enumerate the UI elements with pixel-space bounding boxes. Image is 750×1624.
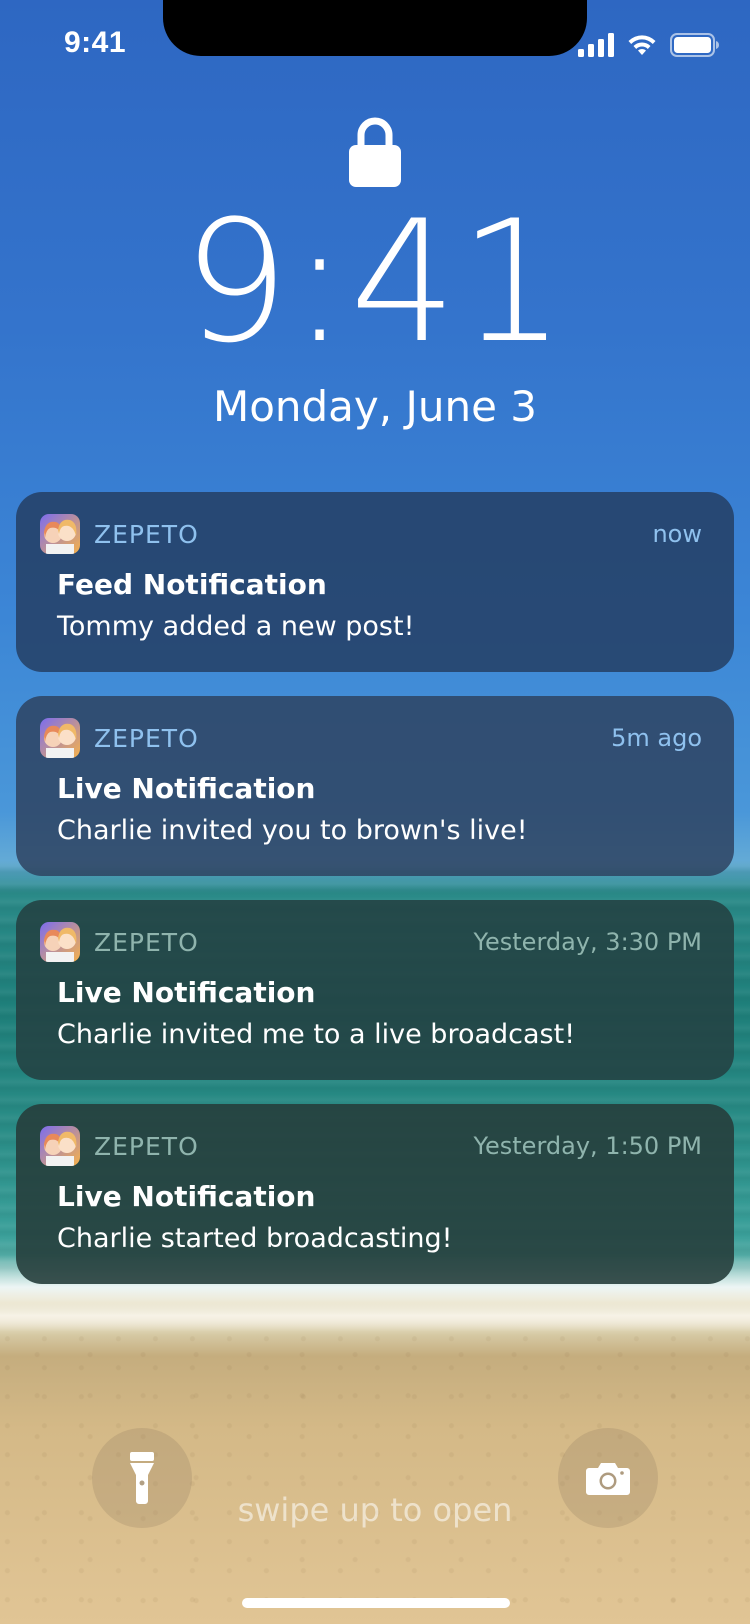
notification-card[interactable]: ZEPETO now Feed Notification Tommy added…: [16, 492, 734, 672]
notification-header: ZEPETO 5m ago: [40, 718, 702, 758]
battery-icon: [670, 33, 719, 57]
notification-title: Live Notification: [57, 1180, 316, 1213]
notification-time: now: [652, 520, 702, 548]
wifi-icon: [628, 35, 656, 55]
notification-app-name: ZEPETO: [94, 927, 199, 957]
notification-body: Charlie invited me to a live broadcast!: [57, 1019, 576, 1050]
zepeto-app-icon: [40, 1126, 80, 1166]
lock-icon: [349, 117, 401, 187]
notch: [163, 0, 587, 56]
notification-card[interactable]: ZEPETO Yesterday, 3:30 PM Live Notificat…: [16, 900, 734, 1080]
status-bar-icons: [578, 30, 720, 60]
notification-card[interactable]: ZEPETO 5m ago Live Notification Charlie …: [16, 696, 734, 876]
notification-app-name: ZEPETO: [94, 519, 199, 549]
lock-screen: 9:41 9:41 Monday, June 3 ZEPETO now Feed…: [0, 0, 750, 1624]
notification-app-name: ZEPETO: [94, 723, 199, 753]
notification-title: Live Notification: [57, 772, 316, 805]
notification-body: Charlie started broadcasting!: [57, 1223, 453, 1254]
notification-body: Charlie invited you to brown's live!: [57, 815, 528, 846]
notification-time: Yesterday, 3:30 PM: [473, 928, 702, 956]
notification-body: Tommy added a new post!: [57, 611, 415, 642]
notification-time: 5m ago: [611, 724, 702, 752]
notification-header: ZEPETO Yesterday, 3:30 PM: [40, 922, 702, 962]
notification-title: Feed Notification: [57, 568, 327, 601]
notification-time: Yesterday, 1:50 PM: [473, 1132, 702, 1160]
cellular-signal-icon: [578, 33, 614, 57]
zepeto-app-icon: [40, 718, 80, 758]
notification-header: ZEPETO Yesterday, 1:50 PM: [40, 1126, 702, 1166]
swipe-up-hint: swipe up to open: [237, 1491, 513, 1529]
notification-title: Live Notification: [57, 976, 316, 1009]
notification-card[interactable]: ZEPETO Yesterday, 1:50 PM Live Notificat…: [16, 1104, 734, 1284]
zepeto-app-icon: [40, 922, 80, 962]
notification-list: ZEPETO now Feed Notification Tommy added…: [16, 492, 734, 1308]
home-indicator[interactable]: [242, 1598, 510, 1608]
zepeto-app-icon: [40, 514, 80, 554]
notification-app-name: ZEPETO: [94, 1131, 199, 1161]
lock-screen-date: Monday, June 3: [212, 382, 538, 431]
status-bar-time: 9:41: [64, 26, 127, 59]
lock-screen-time: 9:41: [182, 184, 568, 380]
notification-header: ZEPETO now: [40, 514, 702, 554]
